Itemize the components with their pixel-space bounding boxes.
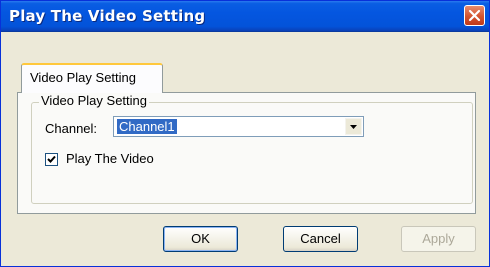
channel-select[interactable]: Channel1 <box>113 116 364 137</box>
close-icon <box>468 9 481 22</box>
play-video-label[interactable]: Play The Video <box>66 151 154 166</box>
check-icon <box>47 155 56 163</box>
chevron-down-icon <box>350 125 357 129</box>
close-button[interactable] <box>464 5 485 26</box>
dropdown-button[interactable] <box>345 118 362 135</box>
window-title: Play The Video Setting <box>9 7 206 25</box>
play-video-checkbox[interactable] <box>45 153 58 166</box>
channel-selected-value: Channel1 <box>117 119 177 134</box>
title-bar[interactable]: Play The Video Setting <box>1 1 489 32</box>
ok-button[interactable]: OK <box>163 226 238 252</box>
cancel-button[interactable]: Cancel <box>283 226 358 252</box>
apply-button[interactable]: Apply <box>401 226 476 252</box>
tab-label: Video Play Setting <box>30 70 136 85</box>
tab-video-play-setting[interactable]: Video Play Setting <box>21 63 163 93</box>
group-legend: Video Play Setting <box>39 93 149 108</box>
channel-label: Channel: <box>45 121 98 136</box>
